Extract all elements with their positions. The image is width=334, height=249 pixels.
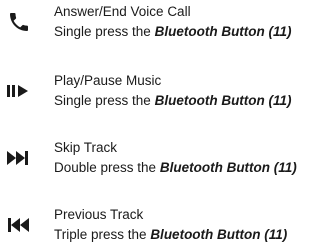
action-title: Skip Track [54, 140, 118, 155]
skip-back-icon [6, 213, 32, 237]
instruction-item-play-pause: Play/Pause Music Single press the Blueto… [0, 71, 334, 115]
bluetooth-button-reference: Bluetooth Button (11) [159, 160, 297, 175]
bluetooth-button-reference: Bluetooth Button (11) [154, 93, 292, 108]
bluetooth-button-reference: Bluetooth Button (11) [154, 24, 292, 39]
instruction-prefix: Single press the [54, 93, 151, 108]
action-instruction: Double press the Bluetooth Button (11) [54, 158, 334, 177]
bluetooth-button-reference: Bluetooth Button (11) [150, 227, 288, 242]
instruction-prefix: Triple press the [54, 227, 147, 242]
action-instruction: Single press the Bluetooth Button (11) [54, 91, 334, 110]
action-title: Previous Track [54, 207, 144, 222]
action-instruction: Triple press the Bluetooth Button (11) [54, 225, 334, 244]
action-title: Play/Pause Music [54, 73, 162, 88]
play-pause-icon [6, 79, 32, 103]
instruction-item-skip-track: Skip Track Double press the Bluetooth Bu… [0, 138, 334, 182]
action-title: Answer/End Voice Call [54, 4, 191, 19]
instruction-prefix: Single press the [54, 24, 151, 39]
instruction-item-call: Answer/End Voice Call Single press the B… [0, 2, 334, 46]
instruction-item-previous-track: Previous Track Triple press the Bluetoot… [0, 205, 334, 249]
action-instruction: Single press the Bluetooth Button (11) [54, 22, 334, 41]
phone-icon [6, 10, 32, 34]
skip-forward-icon [6, 146, 32, 170]
instruction-prefix: Double press the [54, 160, 157, 175]
